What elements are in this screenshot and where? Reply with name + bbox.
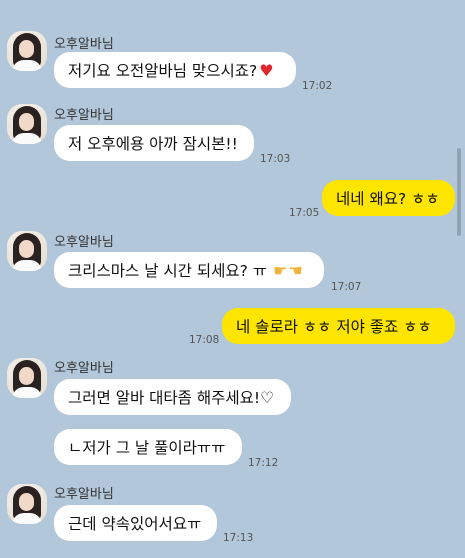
message-text: ㄴ저가 그 날 풀이라ㅠㅠ [68, 439, 226, 457]
message-bubble[interactable]: 근데 약속있어서요ㅠ [54, 505, 217, 541]
sender-name: 오후알바님 [54, 37, 114, 52]
message-bubble[interactable]: 그러면 알바 대타좀 해주세요!♡ [54, 379, 291, 415]
message-bubble[interactable]: ㄴ저가 그 날 풀이라ㅠㅠ [54, 429, 242, 465]
message-text: 네 솔로라 ㅎㅎ 저야 좋죠 ㅎㅎ [236, 318, 432, 336]
message-time: 17:08 [189, 334, 220, 346]
message-bubble[interactable]: 저기요 오전알바님 맞으시죠? ♥ [54, 52, 296, 88]
sender-name: 오후알바님 [54, 487, 114, 502]
message-time: 17:05 [289, 207, 320, 219]
message-text: 크리스마스 날 시간 되세요? ㅠ [68, 262, 268, 280]
sender-avatar[interactable] [7, 104, 47, 144]
message-bubble[interactable]: 크리스마스 날 시간 되세요? ㅠ ☛☚ [54, 252, 324, 288]
message-bubble[interactable]: 네 솔로라 ㅎㅎ 저야 좋죠 ㅎㅎ [222, 308, 455, 344]
sender-name: 오후알바님 [54, 235, 114, 250]
sender-name: 오후알바님 [54, 361, 114, 376]
message-time: 17:07 [331, 281, 362, 293]
message-time: 17:03 [260, 153, 291, 165]
pointing-hands-emoji-icon: ☛☚ [273, 260, 304, 280]
message-bubble[interactable]: 네네 왜요? ㅎㅎ [322, 180, 455, 216]
sender-name: 오후알바님 [54, 108, 114, 123]
message-text: 근데 약속있어서요ㅠ [68, 515, 202, 533]
message-text: 네네 왜요? ㅎㅎ [336, 190, 440, 208]
message-text: 그러면 알바 대타좀 해주세요!♡ [68, 389, 275, 407]
message-time: 17:12 [248, 457, 279, 469]
message-text: 저기요 오전알바님 맞으시죠? [68, 62, 258, 80]
heart-emoji-icon: ♥ [259, 60, 274, 80]
sender-avatar[interactable] [7, 231, 47, 271]
sender-avatar[interactable] [7, 484, 47, 524]
sender-avatar[interactable] [7, 358, 47, 398]
scrollbar[interactable] [457, 148, 461, 236]
message-time: 17:13 [223, 532, 254, 544]
message-bubble[interactable]: 저 오후에용 아까 잠시본!! [54, 125, 254, 161]
message-time: 17:02 [302, 80, 333, 92]
message-text: 저 오후에용 아까 잠시본!! [68, 135, 238, 153]
sender-avatar[interactable] [7, 31, 47, 71]
